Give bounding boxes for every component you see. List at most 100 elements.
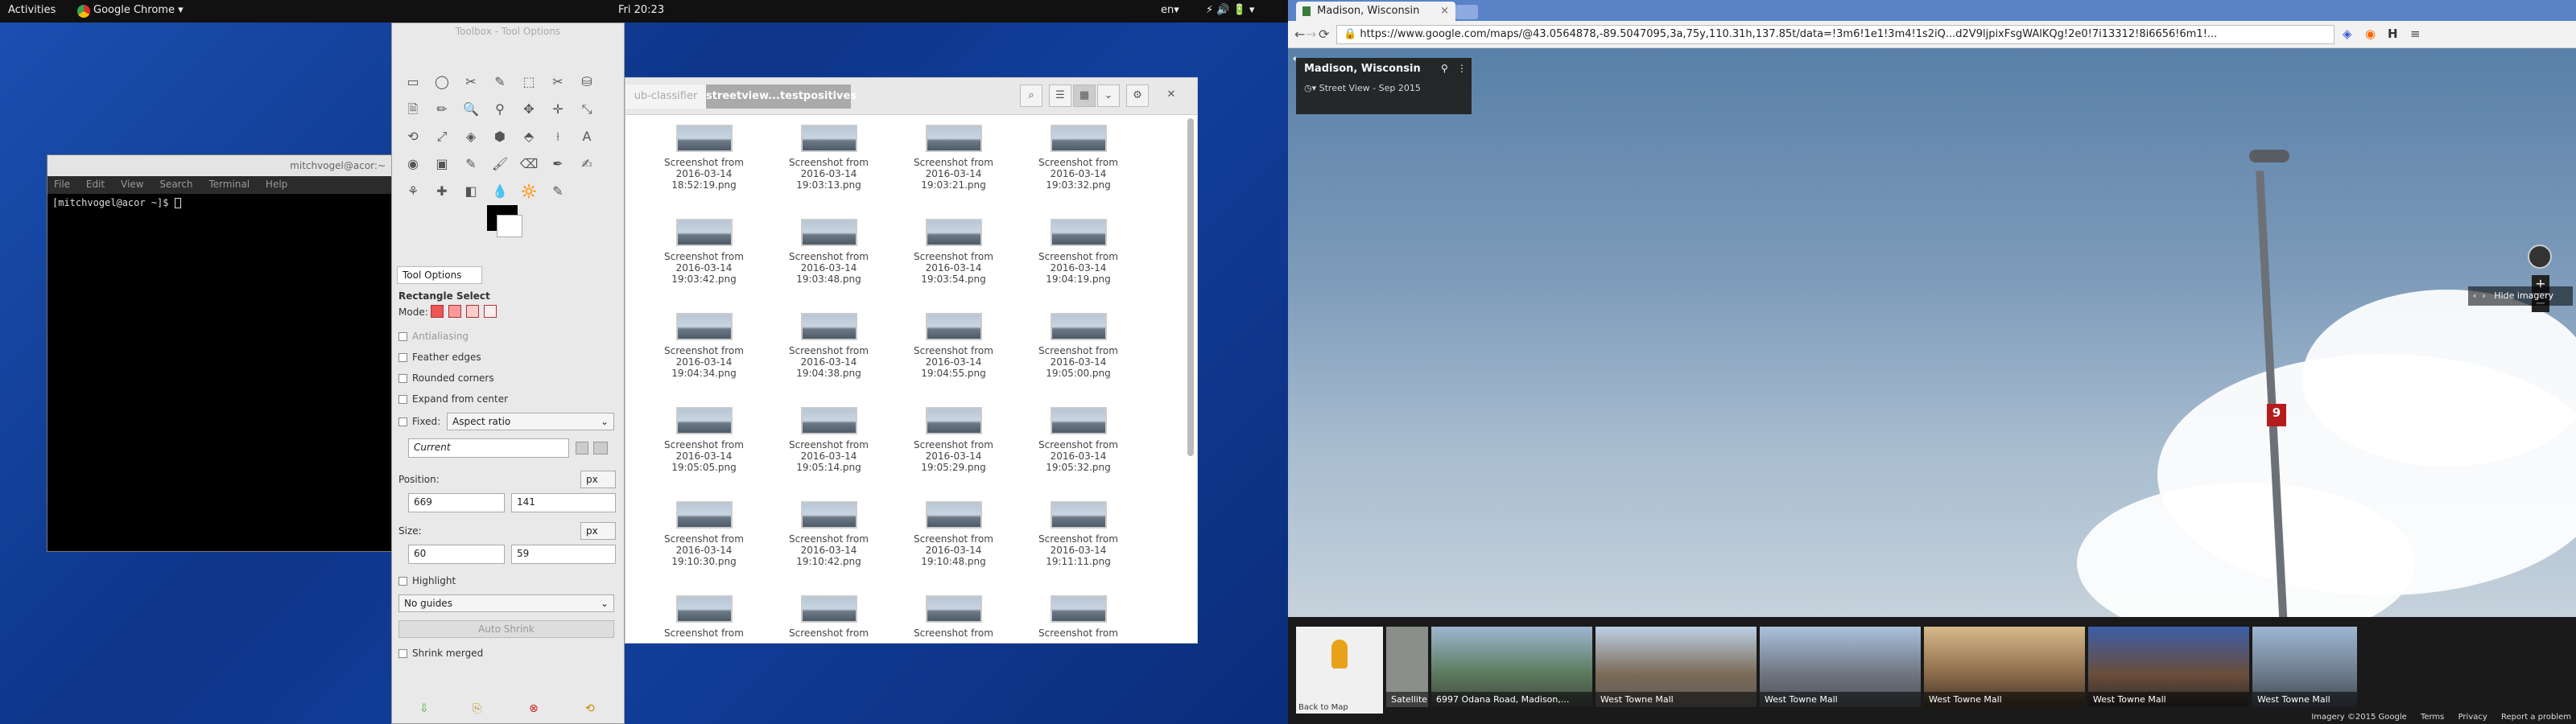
strip-tile[interactable]: West Towne Mall	[1596, 627, 1757, 707]
clock[interactable]: Fri 20:23	[618, 4, 664, 16]
clock-icon[interactable]: ◷▾	[1304, 83, 1319, 93]
rounded-checkbox[interactable]	[398, 374, 407, 383]
tab-streetview[interactable]: streetview...testpositives	[706, 84, 857, 109]
tool-icon[interactable]: ⬚	[518, 72, 539, 93]
file-item[interactable]: Screenshot from 2016-03-14 19:03:54.png	[891, 219, 1016, 313]
landscape-icon[interactable]	[593, 442, 608, 455]
shrink-merged-checkbox[interactable]	[398, 649, 407, 658]
system-menu[interactable]: ⚡ 🔊 🔋 ▾	[1206, 4, 1254, 16]
tool-icon[interactable]: ⚲	[489, 99, 510, 120]
file-item[interactable]: Screenshot from 2016-03-14 19:03:48.png	[766, 219, 891, 313]
tool-icon[interactable]: ⤡	[576, 99, 597, 120]
tool-icon[interactable]: ⟲	[402, 126, 423, 147]
close-icon[interactable]: ×	[1440, 5, 1449, 17]
gear-icon[interactable]: ⚙	[1126, 84, 1149, 107]
tool-icon[interactable]: ⬘	[518, 126, 539, 147]
tool-icon[interactable]: ✒	[547, 154, 568, 175]
file-item[interactable]: Screenshot from 2016-03-14 19:05:32.png	[1016, 407, 1141, 501]
strip-tile[interactable]: 6997 Odana Road, Madison,...	[1431, 627, 1592, 707]
reload-icon[interactable]: ⟳	[1319, 27, 1329, 42]
tool-icon[interactable]: ⛁	[576, 72, 597, 93]
tool-icon[interactable]: ✂	[460, 72, 481, 93]
file-item[interactable]: Screenshot from 2016-03-14 19:05:00.png	[1016, 313, 1141, 407]
background-color[interactable]	[497, 215, 522, 237]
terminal-window[interactable]: mitchvogel@acor:~ File Edit View Search …	[47, 154, 394, 552]
feather-checkbox[interactable]	[398, 353, 407, 362]
tool-icon[interactable]: ✛	[547, 99, 568, 120]
menu-file[interactable]: File	[54, 179, 70, 190]
size-w-input[interactable]: 60	[408, 545, 505, 564]
file-item[interactable]: Screenshot from 2016-03-14 19:03:21.png	[891, 125, 1016, 219]
tool-icon[interactable]: ⚘	[402, 181, 423, 202]
app-menu[interactable]: Google Chrome ▾	[93, 4, 184, 16]
menu-icon[interactable]: ≡	[2410, 27, 2421, 41]
tool-icon[interactable]: ✏	[431, 99, 452, 120]
extension-icon[interactable]: H	[2388, 27, 2398, 41]
new-tab-button[interactable]	[1455, 5, 1478, 19]
chevron-down-icon[interactable]: ⌄	[1097, 84, 1120, 107]
tool-icon[interactable]: 🗎	[402, 99, 423, 120]
strip-tile[interactable]: West Towne Mall	[1924, 627, 2085, 707]
fixed-select[interactable]: Aspect ratio ⌄	[447, 413, 614, 430]
grid-view-icon[interactable]: ▦	[1073, 84, 1096, 107]
portrait-icon[interactable]	[576, 442, 588, 455]
position-unit-select[interactable]: px	[580, 471, 616, 488]
file-item[interactable]: Screenshot from 2016-03-14 19:04:19.png	[1016, 219, 1141, 313]
mode-replace-icon[interactable]	[431, 305, 444, 318]
file-item[interactable]: Screenshot from 2016-03-14 19:05:05.png	[642, 407, 766, 501]
menu-edit[interactable]: Edit	[86, 179, 105, 190]
mode-add-icon[interactable]	[448, 305, 461, 318]
file-item[interactable]: Screenshot from 2016-03-14 19:04:34.png	[642, 313, 766, 407]
tool-icon[interactable]: ✍	[576, 154, 597, 175]
tool-icon[interactable]: ▣	[431, 154, 452, 175]
tool-icon[interactable]: ✚	[431, 181, 452, 202]
chrome-window[interactable]: Madison, Wisconsin × ← → ⟳ 🔒 https://www…	[1288, 0, 2576, 724]
size-h-input[interactable]: 59	[511, 545, 616, 564]
highlight-checkbox[interactable]	[398, 577, 407, 586]
save-options-icon[interactable]: ⇩	[419, 702, 429, 715]
language-indicator[interactable]: en▾	[1161, 4, 1179, 16]
file-item[interactable]: Screenshot from 2016-03-14 19:04:55.png	[891, 313, 1016, 407]
tool-icon[interactable]: ✂	[547, 72, 568, 93]
street-view[interactable]: 9 ← Madison, Wisconsin ◷▾ Street View - …	[1288, 48, 2576, 617]
tab-tool-options[interactable]: Tool Options	[397, 266, 482, 284]
size-unit-select[interactable]: px	[580, 522, 616, 540]
tool-icon[interactable]: ◈	[460, 126, 481, 147]
strip-tile[interactable]: Satellite	[1386, 627, 1428, 707]
back-icon[interactable]: ←	[1294, 27, 1305, 42]
file-item[interactable]: Screenshot from 2016-03-14 19:03:32.png	[1016, 125, 1141, 219]
fixed-checkbox[interactable]	[398, 418, 407, 426]
tool-icon[interactable]: ⤢	[431, 126, 452, 147]
chevron-right-icon[interactable]: ›	[2482, 290, 2485, 301]
tab-ub-classifier[interactable]: ub-classifier	[625, 84, 706, 109]
scrollbar[interactable]	[1187, 118, 1194, 456]
menu-help[interactable]: Help	[266, 179, 287, 190]
file-item[interactable]: Screenshot from 2016-03-14 19:04:38.png	[766, 313, 891, 407]
hide-imagery-button[interactable]: Hide imagery	[2494, 290, 2553, 301]
tool-icon[interactable]: ✎	[547, 181, 568, 202]
auto-shrink-button[interactable]: Auto Shrink	[398, 620, 614, 638]
more-icon[interactable]: ⋮	[1457, 63, 1467, 74]
file-item[interactable]: Screenshot from 2016-03-14 19:03:42.png	[642, 219, 766, 313]
tool-icon[interactable]: ⬢	[489, 126, 510, 147]
chevron-left-icon[interactable]: ‹	[2473, 290, 2476, 301]
file-item[interactable]: Screenshot from	[766, 595, 891, 689]
menu-search[interactable]: Search	[159, 179, 192, 190]
file-manager-window[interactable]: ub-classifier streetview...testpositives…	[625, 77, 1198, 644]
compass-icon[interactable]	[2528, 245, 2552, 269]
pin-icon[interactable]: ⚲	[1441, 63, 1448, 74]
file-item[interactable]: Screenshot from 2016-03-14 19:11:11.png	[1016, 501, 1141, 595]
gimp-toolbox[interactable]: Toolbox - Tool Options ▭ ◯ ✂ ✎ ⬚ ✂ ⛁ 🗎 ✏ 🔍 ⚲ ✥ ✛ ⤡ ⟲ ⤢ ◈…	[391, 23, 625, 724]
position-y-input[interactable]: 141	[511, 493, 616, 512]
tool-icon[interactable]: 🔆	[518, 181, 539, 202]
terminal-titlebar[interactable]: mitchvogel@acor:~	[47, 155, 394, 176]
position-x-input[interactable]: 669	[408, 493, 505, 512]
restore-options-icon[interactable]: ⎘	[473, 702, 481, 715]
file-item[interactable]: Screenshot from 2016-03-14 19:10:48.png	[891, 501, 1016, 595]
terminal-body[interactable]: [mitchvogel@acor ~]$	[47, 194, 394, 212]
file-item[interactable]: Screenshot from	[1016, 595, 1141, 689]
file-item[interactable]: Screenshot from 2016-03-14 19:10:42.png	[766, 501, 891, 595]
report-problem-link[interactable]: Report a problem	[2501, 713, 2571, 722]
tool-icon[interactable]: 💧	[489, 181, 510, 202]
menu-terminal[interactable]: Terminal	[208, 179, 250, 190]
